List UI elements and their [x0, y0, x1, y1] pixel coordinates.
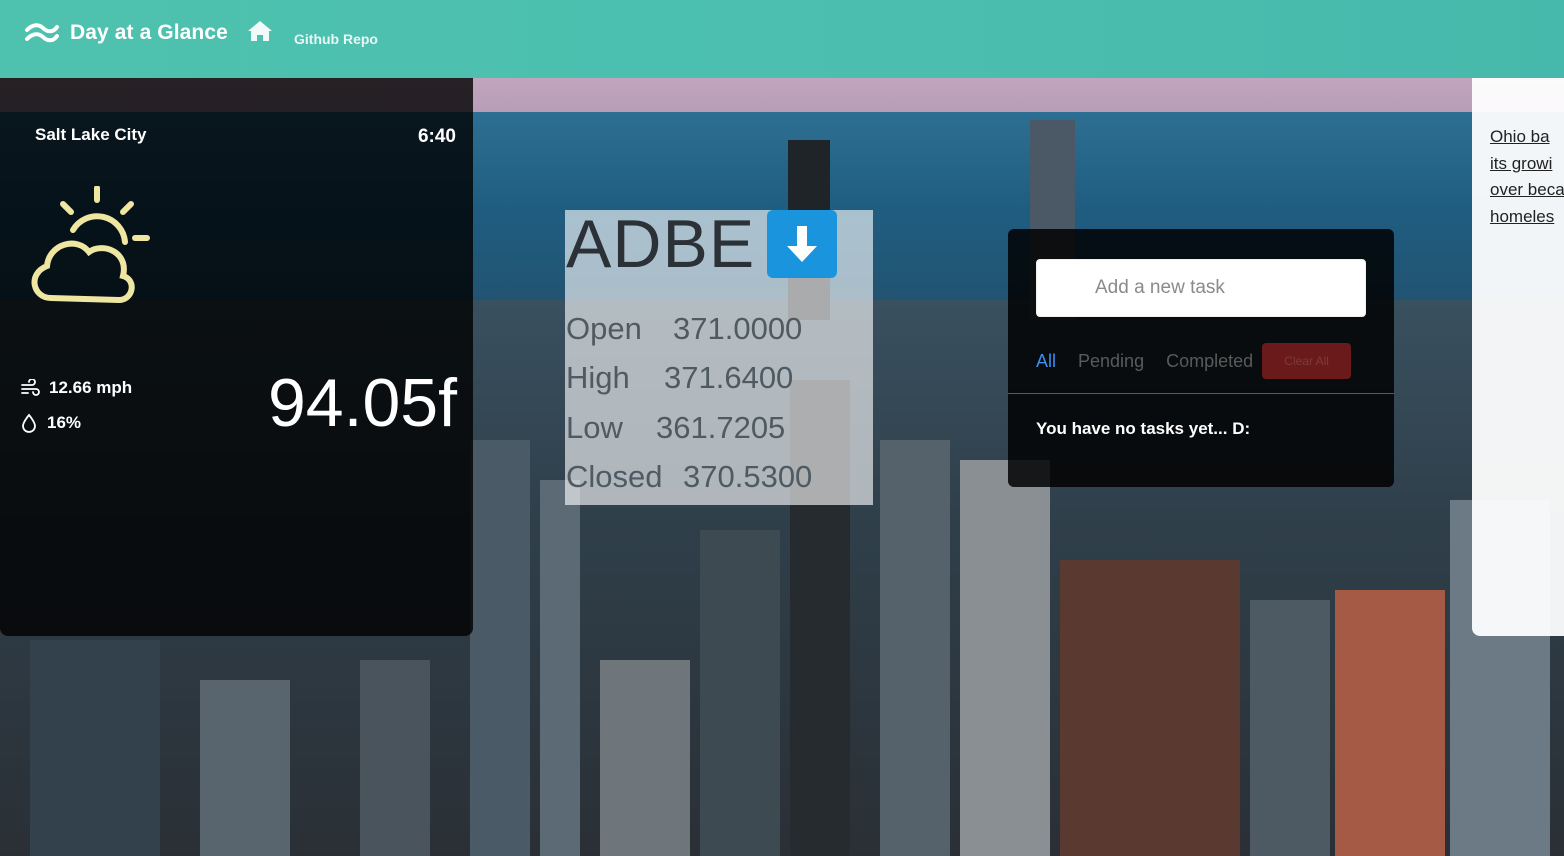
headline-line: Ohio ba: [1490, 127, 1550, 146]
building: [960, 460, 1050, 856]
building: [1250, 600, 1330, 856]
weather-card: Salt Lake City 6:40 12.66 mph 16% 94.05f: [0, 78, 473, 636]
divider: [1008, 393, 1394, 394]
home-icon[interactable]: [247, 20, 273, 42]
building: [700, 530, 780, 856]
droplet-icon: [22, 413, 36, 433]
building: [600, 660, 690, 856]
filter-completed[interactable]: Completed: [1166, 351, 1253, 372]
humidity-row: 16%: [20, 413, 81, 433]
stat-value: 371.0000: [673, 311, 803, 346]
github-repo-link[interactable]: Github Repo: [294, 31, 378, 47]
building: [880, 440, 950, 856]
headline-line: over beca: [1490, 180, 1564, 199]
stat-label: Closed: [566, 459, 663, 494]
top-nav: Day at a Glance Github Repo: [0, 0, 1564, 78]
task-filters: All Pending Completed Clear All: [1036, 343, 1352, 379]
building: [540, 480, 580, 856]
partly-cloudy-icon: [31, 186, 150, 304]
stat-value: 361.7205: [656, 410, 786, 445]
city-name: Salt Lake City: [35, 125, 147, 144]
brand-title: Day at a Glance: [70, 21, 228, 44]
headline-line: homeles: [1490, 206, 1555, 226]
ticker-row: ADBE: [566, 206, 838, 282]
headline-line: its growi: [1490, 153, 1553, 173]
todo-card: All Pending Completed Clear All You have…: [1008, 229, 1394, 487]
stock-trend-badge: [767, 210, 838, 278]
temperature: 94.05f: [267, 365, 457, 441]
stat-value: 371.6400: [664, 360, 794, 395]
arrow-down-icon: [787, 226, 818, 262]
news-headline-link[interactable]: Ohio ba its growi over beca homeles: [1490, 124, 1564, 230]
current-time: 6:40: [417, 126, 456, 147]
wind-icon: [21, 379, 40, 396]
brand-wave-icon: [25, 23, 59, 43]
stat-label: Low: [566, 410, 623, 445]
stat-label: High: [566, 360, 630, 395]
filter-pending[interactable]: Pending: [1078, 351, 1144, 372]
stock-card: ADBE Open 371.0000 High 371.6400 Low 361.72…: [565, 210, 873, 505]
stock-ticker: ADBE: [566, 206, 756, 282]
building: [470, 440, 530, 856]
brand-link[interactable]: Day at a Glance: [24, 18, 228, 48]
wind-row: 12.66 mph: [20, 378, 132, 398]
stat-high: High 371.6400: [566, 360, 793, 396]
new-task-input[interactable]: [1036, 259, 1366, 317]
building: [200, 680, 290, 856]
empty-tasks-message: You have no tasks yet... D:: [1036, 419, 1251, 438]
wind-speed: 12.66 mph: [49, 378, 133, 397]
building: [30, 640, 160, 856]
stat-open: Open 371.0000: [566, 311, 802, 347]
clear-all-button[interactable]: Clear All: [1262, 343, 1352, 379]
stat-low: Low 361.7205: [566, 410, 785, 446]
building: [1335, 590, 1445, 856]
humidity: 16%: [47, 413, 82, 432]
news-card: Ohio ba its growi over beca homeles: [1472, 78, 1564, 636]
stat-value: 370.5300: [683, 459, 813, 494]
filter-all[interactable]: All: [1036, 351, 1056, 372]
stat-label: Open: [566, 311, 642, 346]
building: [1060, 560, 1240, 856]
stat-closed: Closed 370.5300: [566, 459, 812, 495]
building: [360, 660, 430, 856]
